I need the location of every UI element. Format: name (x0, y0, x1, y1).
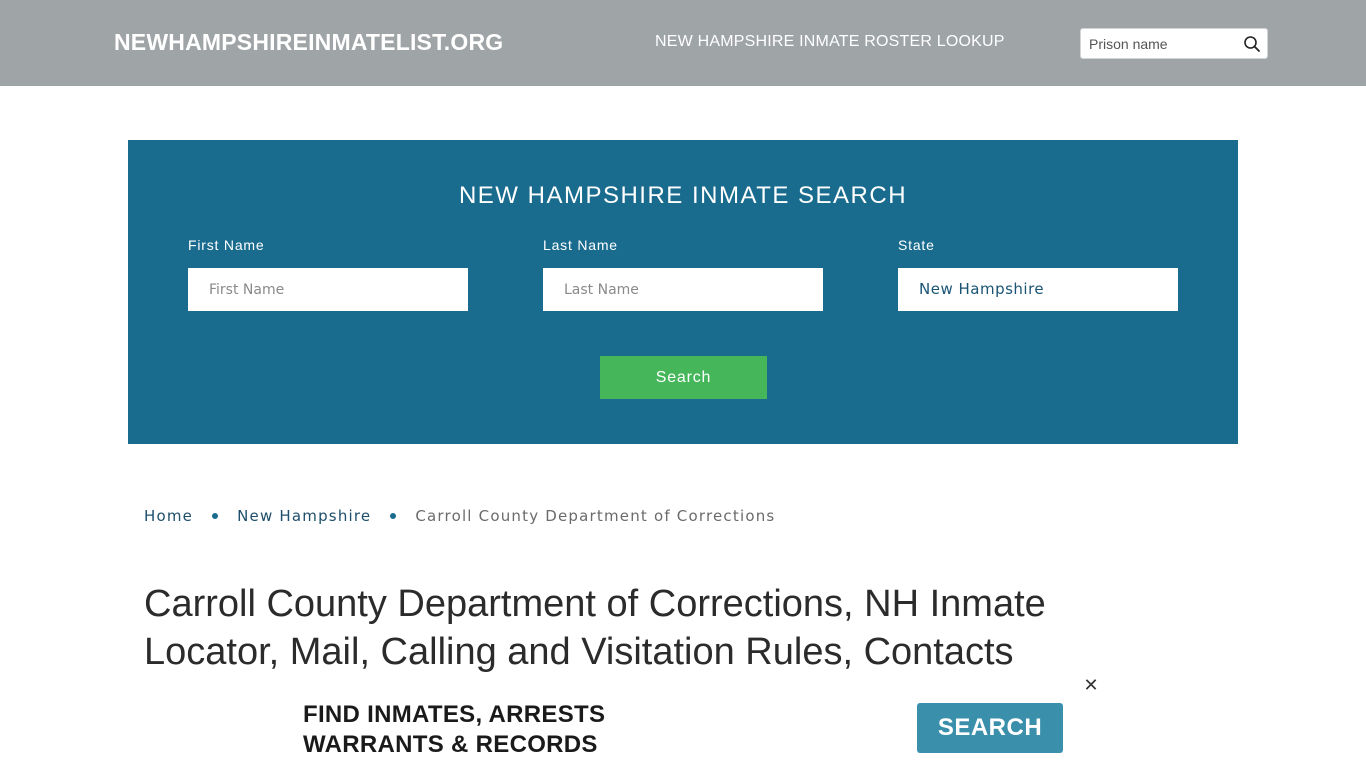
ad-banner: FIND INMATES, ARRESTS WARRANTS & RECORDS… (0, 698, 1366, 768)
ad-line-2: WARRANTS & RECORDS (303, 731, 598, 758)
site-header: NEWHAMPSHIREINMATELIST.ORG NEW HAMPSHIRE… (0, 0, 1366, 86)
first-name-label: First Name (188, 237, 265, 253)
last-name-input[interactable] (543, 268, 823, 311)
nav-roster-lookup-link[interactable]: NEW HAMPSHIRE INMATE ROSTER LOOKUP (655, 33, 1005, 51)
page-title: Carroll County Department of Corrections… (144, 583, 1046, 673)
ad-search-button[interactable]: SEARCH (917, 703, 1063, 753)
breadcrumb-current: Carroll County Department of Corrections (415, 507, 776, 525)
prison-search-input[interactable] (1089, 35, 1239, 53)
breadcrumb-home[interactable]: Home (144, 507, 193, 525)
ad-line-1: FIND INMATES, ARRESTS (303, 701, 606, 728)
search-icon[interactable] (1241, 33, 1263, 55)
search-panel-title: NEW HAMPSHIRE INMATE SEARCH (458, 182, 908, 209)
breadcrumb-separator (212, 513, 219, 519)
close-icon[interactable]: ✕ (1083, 677, 1099, 695)
state-label: State (898, 237, 935, 253)
breadcrumb-separator (390, 513, 397, 519)
inmate-search-panel: NEW HAMPSHIRE INMATE SEARCH First Name L… (128, 140, 1238, 444)
search-button[interactable]: Search (600, 356, 767, 399)
ad-text: FIND INMATES, ARRESTS WARRANTS & RECORDS (303, 700, 605, 760)
site-logo[interactable]: NEWHAMPSHIREINMATELIST.ORG (114, 29, 503, 56)
breadcrumb: Home New Hampshire Carroll County Depart… (144, 507, 775, 525)
breadcrumb-new-hampshire[interactable]: New Hampshire (237, 507, 371, 525)
state-select[interactable]: New Hampshire (898, 268, 1178, 311)
prison-search-box (1080, 28, 1268, 59)
first-name-input[interactable] (188, 268, 468, 311)
last-name-label: Last Name (543, 237, 618, 253)
